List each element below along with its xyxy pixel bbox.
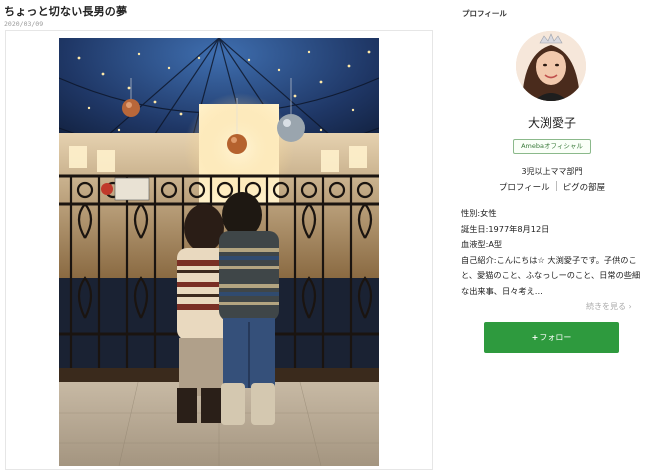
ranking-category[interactable]: 3児以上ママ部門 bbox=[462, 166, 642, 177]
plus-icon: + bbox=[531, 333, 539, 342]
follow-button[interactable]: +フォロー bbox=[484, 322, 619, 353]
post-date: 2020/03/09 bbox=[4, 20, 44, 28]
profile-name[interactable]: 大渕愛子 bbox=[462, 114, 642, 131]
post-title[interactable]: ちょっと切ない長男の夢 bbox=[4, 3, 127, 19]
read-more-link[interactable]: 続きを見る › bbox=[586, 301, 632, 312]
profile-info: 性別:女性 誕生日:1977年8月12日 血液型:A型 自己紹介:こんにちは☆ … bbox=[461, 206, 641, 299]
pigg-room-link[interactable]: ピグの部屋 bbox=[563, 183, 606, 193]
self-intro-text: 自己紹介:こんにちは☆ 大渕愛子です。子供のこと、愛猫のこと、ふなっしーのこと、… bbox=[461, 254, 641, 296]
post-photo-frame bbox=[5, 30, 433, 470]
gender-field: 性別:女性 bbox=[461, 208, 497, 218]
profile-link[interactable]: プロフィール bbox=[499, 183, 550, 193]
blood-type-field: 血液型:A型 bbox=[461, 239, 503, 249]
profile-links: プロフィール ピグの部屋 bbox=[462, 181, 642, 193]
read-more-label: 続きを見る bbox=[586, 302, 626, 311]
official-badge: Amebaオフィシャル bbox=[513, 139, 591, 154]
post-photo[interactable] bbox=[59, 38, 379, 466]
profile-avatar[interactable] bbox=[516, 31, 586, 101]
profile-heading: プロフィール bbox=[462, 9, 507, 18]
birthday-field: 誕生日:1977年8月12日 bbox=[461, 223, 550, 234]
chevron-right-icon: › bbox=[628, 302, 632, 311]
link-divider bbox=[555, 181, 557, 191]
follow-label: フォロー bbox=[539, 333, 572, 342]
